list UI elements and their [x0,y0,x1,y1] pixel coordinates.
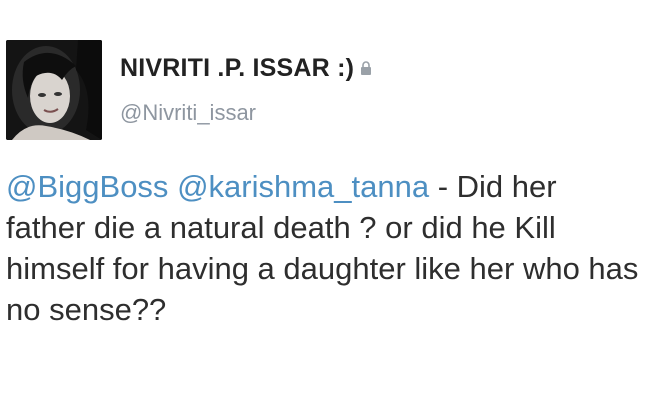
author-line: NIVRITI .P. ISSAR :) [120,52,372,84]
tweet-card: NIVRITI .P. ISSAR :) @Nivriti_issar @Big… [0,0,650,400]
avatar-photo [6,40,102,140]
display-name[interactable]: NIVRITI .P. ISSAR :) [120,54,354,83]
mention-separator [168,169,177,204]
tweet-text: @BiggBoss @karishma_tanna - Did her fath… [6,166,642,330]
mention-biggboss[interactable]: @BiggBoss [6,169,168,204]
mention-karishma-tanna[interactable]: @karishma_tanna [177,169,429,204]
lock-icon [360,61,372,75]
user-handle[interactable]: @Nivriti_issar [120,100,256,126]
avatar[interactable] [6,40,102,140]
